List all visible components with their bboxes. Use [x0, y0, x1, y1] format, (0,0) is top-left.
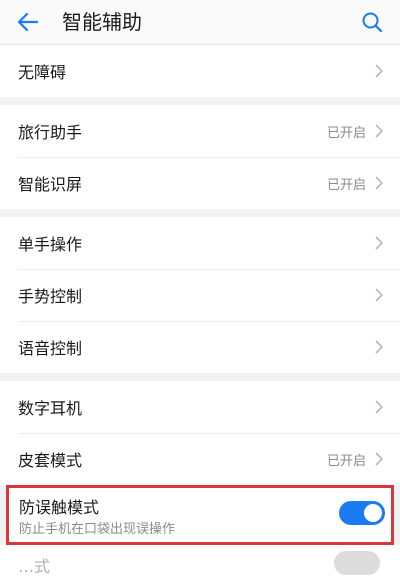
chevron-right-icon	[375, 236, 384, 250]
search-button[interactable]	[356, 6, 388, 38]
list-item-accessibility[interactable]: 无障碍	[0, 45, 400, 97]
list-item-status: 已开启	[326, 453, 366, 469]
chevron-right-icon	[375, 400, 384, 414]
list-item-label: 智能识屏	[18, 175, 83, 194]
list-item-label: 皮套模式	[18, 451, 83, 470]
settings-screen: 智能辅助 无障碍 旅行助手 已开启 智能识屏 已开启 单手操作 手势控制 语音控…	[0, 0, 400, 577]
list-item-voice[interactable]: 语音控制	[0, 321, 400, 373]
group-gap	[0, 373, 400, 381]
list-item-smart-screen[interactable]: 智能识屏 已开启	[0, 157, 400, 209]
chevron-right-icon	[375, 176, 384, 190]
list-item-travel-assistant[interactable]: 旅行助手 已开启	[0, 105, 400, 157]
settings-group-accessibility: 无障碍	[0, 45, 400, 97]
settings-group-accessories: 数字耳机 皮套模式 已开启	[0, 381, 400, 485]
pocket-mode-toggle[interactable]	[339, 501, 385, 525]
chevron-right-icon	[375, 288, 384, 302]
chevron-right-icon	[375, 124, 384, 138]
highlighted-setting-pocket-mode: 防误触模式 防止手机在口袋出现误操作	[6, 485, 394, 545]
chevron-right-icon	[375, 64, 384, 78]
toggle-knob	[364, 504, 382, 522]
list-item-label: 单手操作	[18, 235, 83, 254]
back-button[interactable]	[12, 6, 44, 38]
chevron-right-icon	[375, 340, 384, 354]
list-item-label: …式	[18, 557, 51, 576]
list-item-label: 数字耳机	[18, 399, 83, 418]
list-item-status: 已开启	[326, 177, 366, 193]
list-item-label: 手势控制	[18, 287, 83, 306]
list-item-gesture[interactable]: 手势控制	[0, 269, 400, 321]
list-item-partial[interactable]: …式	[0, 545, 400, 577]
settings-group-assist: 旅行助手 已开启 智能识屏 已开启	[0, 105, 400, 209]
partial-toggle[interactable]	[334, 551, 380, 575]
list-item-label: 语音控制	[18, 339, 83, 358]
list-item-digital-earphone[interactable]: 数字耳机	[0, 381, 400, 433]
app-header: 智能辅助	[0, 0, 400, 45]
arrow-left-icon	[17, 12, 39, 32]
list-item-cover-mode[interactable]: 皮套模式 已开启	[0, 433, 400, 485]
group-gap	[0, 209, 400, 217]
list-item-status: 已开启	[326, 125, 366, 141]
group-gap	[0, 97, 400, 105]
list-item-one-hand[interactable]: 单手操作	[0, 217, 400, 269]
settings-group-control: 单手操作 手势控制 语音控制	[0, 217, 400, 373]
pocket-mode-subtitle: 防止手机在口袋出现误操作	[19, 522, 176, 537]
list-item-label: 旅行助手	[18, 123, 83, 142]
page-title: 智能辅助	[62, 10, 142, 34]
pocket-mode-title: 防误触模式	[19, 498, 100, 517]
search-icon	[362, 12, 383, 33]
chevron-right-icon	[375, 452, 384, 466]
list-item-label: 无障碍	[18, 63, 67, 82]
